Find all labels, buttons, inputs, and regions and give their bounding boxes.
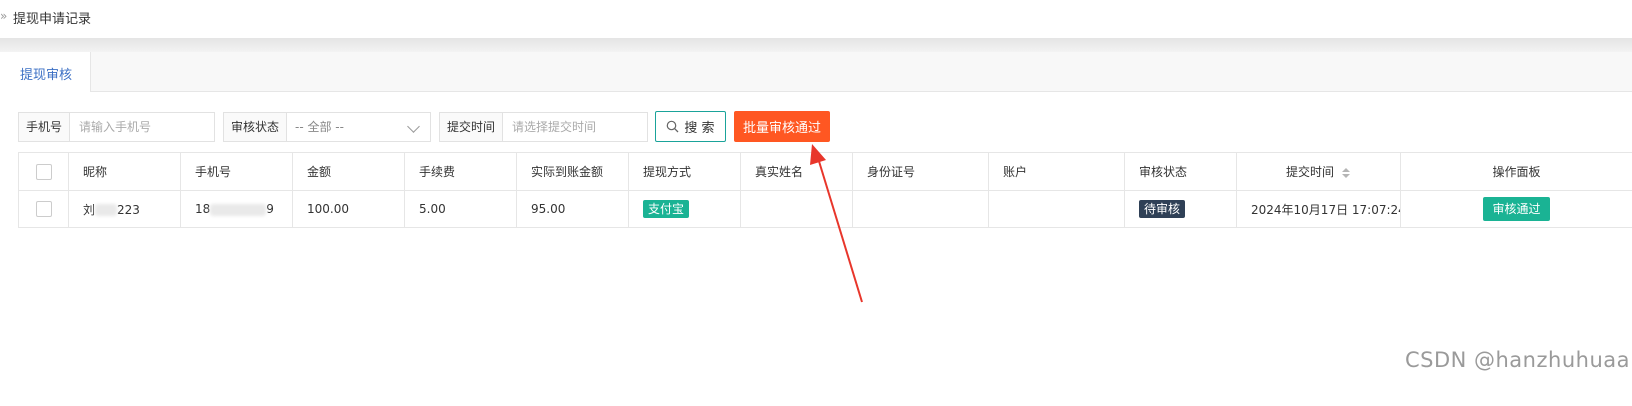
watermark: CSDN @hanzhuhuaa [1404, 348, 1630, 372]
annotation-arrow-icon [810, 144, 863, 303]
